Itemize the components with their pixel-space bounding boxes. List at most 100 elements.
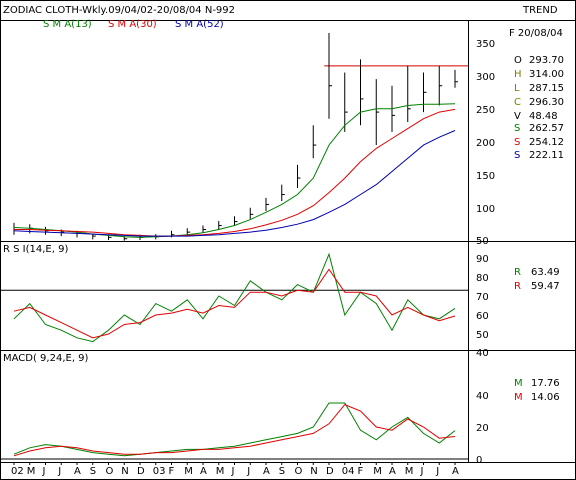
- macd-label: MACD( 9,24,E, 9): [3, 353, 89, 364]
- technical-chart: ZODIAC CLOTH-Wkly.09/04/02-20/08/04 N-99…: [0, 0, 576, 480]
- price-bar: [297, 164, 301, 188]
- rsi-axis: 90 80 70 60 50 40: [476, 254, 489, 359]
- x-tick-label: J: [231, 466, 235, 477]
- x-tick-label: J: [246, 466, 250, 477]
- info-val-low: 287.15: [529, 83, 564, 94]
- x-tick-label: A: [389, 466, 396, 477]
- trend-label: TREND: [522, 5, 558, 16]
- rsi-signal-line: [13, 268, 456, 339]
- macd-tick-20: 20: [476, 423, 489, 434]
- rsi-info-key-2: R: [514, 281, 521, 292]
- macd-info-val-2: 14.06: [531, 392, 560, 403]
- rsi-line: [13, 252, 456, 343]
- x-tick-label: S: [279, 466, 285, 477]
- info-key-sma13: S: [514, 123, 520, 134]
- price-tick-350: 350: [476, 39, 495, 50]
- price-bar: [360, 59, 364, 126]
- x-tick-label: 03: [153, 466, 166, 477]
- price-bar: [249, 207, 254, 219]
- chart-title: ZODIAC CLOTH-Wkly.09/04/02-20/08/04 N-99…: [3, 5, 235, 16]
- info-key-close: C: [514, 97, 521, 108]
- x-tick-label: O: [106, 466, 114, 477]
- info-key-open: O: [514, 55, 522, 66]
- info-key-high: H: [514, 69, 522, 80]
- price-bar: [328, 32, 332, 119]
- info-date: F 20/08/04: [509, 28, 563, 39]
- x-tick-label: N: [310, 466, 317, 477]
- x-tick-label: A: [263, 466, 270, 477]
- price-tick-50: 50: [476, 236, 489, 247]
- price-bar: [423, 72, 427, 113]
- rsi-tick-80: 80: [476, 273, 489, 284]
- x-tick-label: F: [358, 466, 364, 477]
- macd-tick-0: 0: [476, 455, 482, 466]
- info-val-open: 293.70: [529, 55, 564, 66]
- x-tick-label: A: [74, 466, 81, 477]
- price-bar: [265, 197, 269, 212]
- macd-info-key-1: M: [514, 378, 523, 389]
- price-tick-100: 100: [476, 204, 495, 215]
- price-plot: [13, 32, 468, 241]
- x-tick-label: M: [27, 466, 36, 477]
- price-bar: [407, 65, 411, 122]
- price-bar: [202, 225, 206, 233]
- macd-plot: [0, 402, 468, 460]
- price-tick-150: 150: [476, 171, 495, 182]
- x-tick-label: M: [373, 466, 382, 477]
- x-tick-label: S: [90, 466, 96, 477]
- price-tick-200: 200: [476, 138, 495, 149]
- price-bar: [438, 65, 443, 106]
- info-val-volume: 48.48: [529, 111, 558, 122]
- info-key-sma52: S: [514, 150, 520, 161]
- x-tick-label: A: [200, 466, 207, 477]
- price-bar: [218, 220, 222, 230]
- rsi-label: R S I(14,E, 9): [3, 244, 68, 255]
- macd-axis: 40 20 0: [476, 391, 489, 466]
- price-bar: [281, 184, 285, 202]
- x-tick-label: D: [137, 466, 145, 477]
- macd-tick-40: 40: [476, 391, 489, 402]
- rsi-tick-50: 50: [476, 330, 489, 341]
- info-val-close: 296.30: [529, 97, 564, 108]
- rsi-tick-60: 60: [476, 311, 489, 322]
- x-tick-label: J: [420, 466, 424, 477]
- price-bar: [45, 226, 49, 235]
- price-bar: [13, 222, 17, 235]
- info-val-sma52: 222.11: [529, 150, 564, 161]
- x-tick-label: O: [295, 466, 303, 477]
- x-tick-label: J: [57, 466, 61, 477]
- price-bar: [312, 125, 317, 159]
- info-val-sma30: 254.12: [529, 137, 564, 148]
- info-val-sma13: 262.57: [529, 123, 564, 134]
- sma30-legend: S M A(30): [108, 19, 157, 30]
- macd-info-key-2: M: [514, 392, 523, 403]
- info-val-high: 314.00: [529, 69, 564, 80]
- rsi-tick-90: 90: [476, 254, 489, 265]
- rsi-tick-40: 40: [476, 348, 489, 359]
- x-tick-label: F: [169, 466, 175, 477]
- rsi-info-val-2: 59.47: [531, 281, 560, 292]
- price-bar: [375, 79, 380, 146]
- info-key-low: L: [514, 83, 520, 94]
- x-tick-label: 04: [342, 466, 355, 477]
- x-tick-label: M: [405, 466, 414, 477]
- x-tick-label: D: [326, 466, 334, 477]
- sma13-legend: S M A(13): [43, 19, 92, 30]
- macd-info-val-1: 17.76: [531, 378, 560, 389]
- rsi-plot: [0, 252, 468, 343]
- info-key-volume: V: [514, 111, 521, 122]
- sma52-legend: S M A(52): [175, 19, 224, 30]
- info-key-sma30: S: [514, 137, 520, 148]
- x-tick-label: J: [42, 466, 46, 477]
- x-tick-label: M: [216, 466, 225, 477]
- price-axis: 350 300 250 200 150 100 50: [476, 39, 495, 247]
- x-tick-label: M: [184, 466, 193, 477]
- x-tick-label: N: [121, 466, 128, 477]
- price-tick-300: 300: [476, 72, 495, 83]
- rsi-info-key-1: R: [514, 267, 521, 278]
- x-tick-label: A: [452, 466, 459, 477]
- x-tick-label: 02: [11, 466, 24, 477]
- price-info: F 20/08/04 O 293.70 H 314.00 L 287.15 C …: [509, 28, 564, 161]
- x-tick-label: J: [435, 466, 439, 477]
- price-tick-250: 250: [476, 105, 495, 116]
